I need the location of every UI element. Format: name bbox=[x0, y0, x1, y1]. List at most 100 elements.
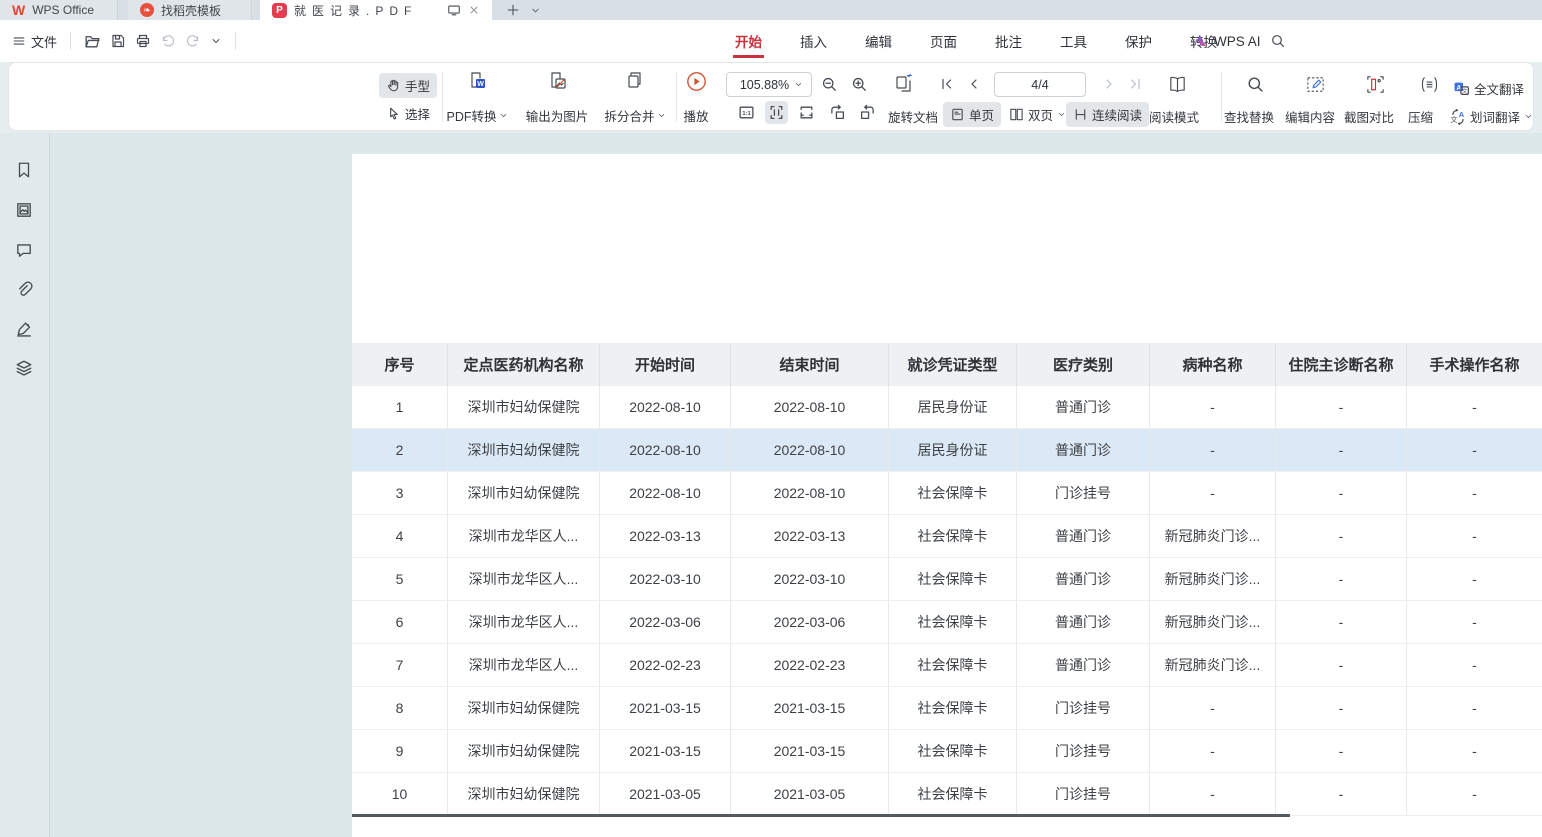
export-image-icon bbox=[546, 70, 568, 92]
find-replace-icon[interactable] bbox=[1246, 75, 1265, 94]
double-page-button[interactable]: 双页 bbox=[1002, 102, 1073, 127]
tab-strip: W WPS Office ❧ 找稻壳模板 P 就医记录.PDF bbox=[0, 0, 1542, 20]
file-menu-button[interactable]: 文件 bbox=[12, 32, 57, 51]
menu-search-icon[interactable] bbox=[1270, 33, 1286, 49]
compress-label[interactable]: 压缩 bbox=[1408, 107, 1433, 126]
hand-tool-button[interactable]: 手型 bbox=[379, 73, 437, 98]
table-cell: 社会保障卡 bbox=[889, 687, 1017, 729]
thumbnail-icon[interactable] bbox=[15, 201, 33, 219]
full-translate-icon: A文 bbox=[1453, 80, 1470, 97]
zoom-in-icon[interactable] bbox=[851, 76, 868, 93]
comment-icon[interactable] bbox=[15, 241, 33, 259]
table-cell: 新冠肺炎门诊... bbox=[1150, 558, 1276, 600]
close-tab-icon[interactable] bbox=[468, 4, 480, 16]
continuous-read-icon bbox=[1073, 107, 1088, 122]
tab-document-pdf[interactable]: P 就医记录.PDF bbox=[260, 0, 492, 20]
select-tool-button[interactable]: 选择 bbox=[379, 101, 437, 126]
next-page-icon[interactable] bbox=[1101, 76, 1117, 92]
table-cell: - bbox=[1276, 644, 1407, 686]
page-indicator-input[interactable]: 4/4 bbox=[994, 72, 1086, 97]
chevron-down-icon bbox=[499, 111, 508, 120]
tab-docer-templates[interactable]: ❧ 找稻壳模板 bbox=[128, 0, 252, 20]
table-cell: - bbox=[1276, 386, 1407, 428]
one-to-one-icon[interactable]: 1:1 bbox=[738, 104, 755, 121]
table-cell: 居民身份证 bbox=[889, 429, 1017, 471]
pdf-page[interactable]: 序号 定点医药机构名称 开始时间 结束时间 就诊凭证类型 医疗类别 病种名称 住… bbox=[352, 154, 1542, 837]
menu-tab-comment[interactable]: 批注 bbox=[993, 20, 1024, 62]
table-header-cell: 住院主诊断名称 bbox=[1276, 343, 1407, 386]
word-translate-icon: 文A bbox=[1450, 109, 1466, 125]
table-cell: 10 bbox=[352, 773, 448, 815]
single-page-button[interactable]: 单页 bbox=[943, 102, 1001, 127]
tab-list-chevron-icon[interactable] bbox=[530, 5, 541, 16]
bookmark-icon[interactable] bbox=[15, 161, 33, 179]
print-icon[interactable] bbox=[135, 33, 151, 49]
annotation-pen-icon[interactable] bbox=[15, 320, 33, 338]
rotate-left-icon[interactable] bbox=[829, 104, 846, 121]
prev-page-icon[interactable] bbox=[966, 76, 982, 92]
fit-page-icon[interactable] bbox=[798, 104, 815, 121]
screenshot-compare-label[interactable]: 截图对比 bbox=[1344, 107, 1394, 126]
redo-icon[interactable] bbox=[185, 33, 201, 49]
zoom-level-select[interactable]: 105.88% bbox=[726, 72, 812, 97]
fit-width-icon[interactable] bbox=[765, 101, 788, 124]
last-page-icon[interactable] bbox=[1127, 76, 1143, 92]
menu-tab-home[interactable]: 开始 bbox=[733, 20, 764, 62]
screenshot-compare-icon[interactable] bbox=[1365, 74, 1386, 95]
table-cell: 2022-08-10 bbox=[731, 386, 889, 428]
menu-tab-insert[interactable]: 插入 bbox=[798, 20, 829, 62]
rotate-doc-label[interactable]: 旋转文档 bbox=[888, 107, 938, 126]
export-image-button[interactable]: 输出为图片 bbox=[517, 70, 597, 125]
new-tab-icon[interactable] bbox=[506, 3, 520, 17]
table-cell: 深圳市龙华区人... bbox=[448, 558, 600, 600]
menu-tab-tools[interactable]: 工具 bbox=[1058, 20, 1089, 62]
edit-content-label[interactable]: 编辑内容 bbox=[1285, 107, 1335, 126]
table-cell: 社会保障卡 bbox=[889, 730, 1017, 772]
first-page-icon[interactable] bbox=[939, 76, 955, 92]
table-cell: - bbox=[1150, 472, 1276, 514]
wps-ai-button[interactable]: WPS AI bbox=[1192, 33, 1261, 49]
table-cell: 3 bbox=[352, 472, 448, 514]
table-cell: - bbox=[1150, 429, 1276, 471]
replace-page-icon[interactable] bbox=[893, 73, 915, 95]
tab-wps-office[interactable]: W WPS Office bbox=[0, 0, 118, 20]
full-translate-button[interactable]: A文 全文翻译 bbox=[1453, 79, 1524, 98]
monitor-icon[interactable] bbox=[447, 3, 461, 17]
table-header-cell: 定点医药机构名称 bbox=[448, 343, 600, 386]
find-replace-label[interactable]: 查找替换 bbox=[1224, 107, 1274, 126]
read-mode-icon[interactable] bbox=[1167, 74, 1188, 95]
pdf-convert-button[interactable]: W PDF转换 bbox=[439, 70, 515, 125]
zoom-out-icon[interactable] bbox=[821, 76, 838, 93]
read-mode-label[interactable]: 阅读模式 bbox=[1149, 107, 1199, 126]
menu-tab-edit[interactable]: 编辑 bbox=[863, 20, 894, 62]
split-merge-button[interactable]: 拆分合并 bbox=[595, 70, 675, 125]
table-row: 2深圳市妇幼保健院2022-08-102022-08-10居民身份证普通门诊--… bbox=[352, 429, 1542, 472]
table-cell: 深圳市妇幼保健院 bbox=[448, 429, 600, 471]
table-cell: - bbox=[1276, 730, 1407, 772]
more-actions-chevron-icon[interactable] bbox=[210, 35, 222, 47]
play-button[interactable]: 播放 bbox=[673, 70, 719, 125]
open-file-icon[interactable] bbox=[84, 33, 101, 50]
compress-icon[interactable] bbox=[1419, 74, 1440, 95]
split-merge-icon bbox=[624, 70, 646, 92]
undo-icon[interactable] bbox=[160, 33, 176, 49]
menu-tab-protect[interactable]: 保护 bbox=[1123, 20, 1154, 62]
save-icon[interactable] bbox=[110, 33, 126, 49]
table-cell: 普通门诊 bbox=[1017, 601, 1150, 643]
word-translate-button[interactable]: 文A 划词翻译 bbox=[1450, 107, 1533, 126]
table-cell: 居民身份证 bbox=[889, 386, 1017, 428]
table-header-cell: 结束时间 bbox=[731, 343, 889, 386]
table-cell: 社会保障卡 bbox=[889, 644, 1017, 686]
continuous-read-button[interactable]: 连续阅读 bbox=[1066, 102, 1149, 127]
table-cell: 2021-03-05 bbox=[600, 773, 731, 815]
edit-content-icon[interactable] bbox=[1305, 74, 1326, 95]
table-cell: - bbox=[1407, 472, 1542, 514]
menu-bar: 文件 开始 插入 编辑 页面 批注 工具 保护 转换 bbox=[0, 20, 1542, 62]
layers-icon[interactable] bbox=[15, 359, 33, 377]
table-cell: 2022-03-13 bbox=[731, 515, 889, 557]
svg-text:A: A bbox=[1459, 110, 1465, 119]
menu-tab-page[interactable]: 页面 bbox=[928, 20, 959, 62]
rotate-right-icon[interactable] bbox=[859, 104, 876, 121]
attachment-icon[interactable] bbox=[15, 281, 33, 299]
table-cell: 9 bbox=[352, 730, 448, 772]
